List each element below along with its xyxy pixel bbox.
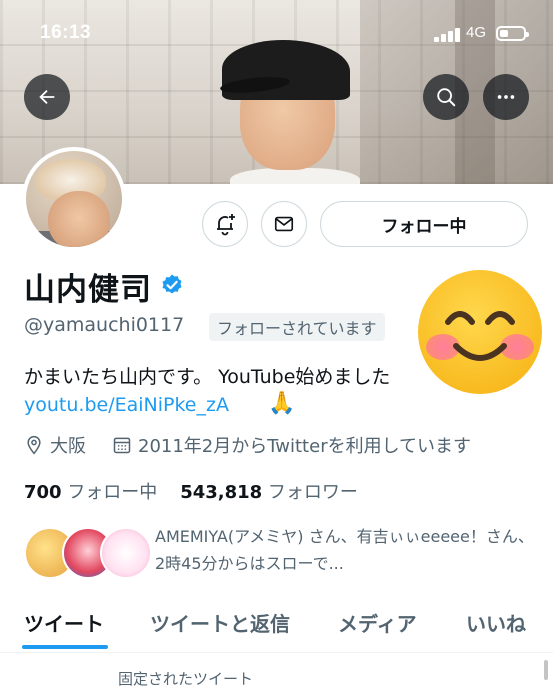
profile-handle: @yamauchi0117 <box>24 314 185 336</box>
active-tab-indicator <box>22 645 108 649</box>
following-link[interactable]: 700 フォロー中 <box>24 482 157 503</box>
more-horizontal-icon <box>497 95 515 99</box>
tab-divider <box>0 652 553 653</box>
verified-badge-icon <box>162 274 182 294</box>
tab-likes[interactable]: いいね <box>466 608 526 637</box>
network-type: 4G <box>466 24 487 41</box>
following-count: 700 <box>24 482 62 503</box>
follow-counts: 700 フォロー中 543,818 フォロワー <box>24 478 358 504</box>
mutual-followers-text[interactable]: AMEMIYA(アメミヤ) さん、有吉ぃぃeeeee！さん、2時45分からはスロ… <box>155 523 535 577</box>
following-button[interactable]: フォロー中 <box>320 201 528 247</box>
status-time: 16:13 <box>40 22 92 43</box>
follows-you-badge: フォローされています <box>209 313 385 341</box>
tab-tweets-replies[interactable]: ツイートと返信 <box>150 608 290 637</box>
scrollbar[interactable] <box>544 660 548 680</box>
mutual-avatar <box>100 527 152 579</box>
location-text: 大阪 <box>50 436 86 457</box>
smiley-sticker-icon <box>418 270 542 394</box>
signal-icon <box>434 27 462 42</box>
more-button[interactable] <box>483 74 529 120</box>
join-date: 2011年2月からTwitterを利用しています <box>112 432 471 458</box>
profile-tabs: ツイート ツイートと返信 メディア いいね <box>0 598 553 650</box>
avatar-face <box>48 191 110 247</box>
calendar-icon <box>113 437 131 454</box>
avatar[interactable] <box>22 147 126 251</box>
arrow-left-icon <box>39 89 55 105</box>
notifications-button[interactable] <box>202 201 248 247</box>
pinned-tweet-label: 固定されたツイート <box>118 670 254 688</box>
tab-tweets[interactable]: ツイート <box>24 608 104 637</box>
back-button[interactable] <box>24 74 70 120</box>
followers-link[interactable]: 543,818 フォロワー <box>180 482 358 503</box>
profile-name: 山内健司 <box>24 272 152 308</box>
following-label: フォロー中 <box>67 482 158 503</box>
join-date-text: 2011年2月からTwitterを利用しています <box>138 436 472 457</box>
location-pin-icon <box>27 435 41 455</box>
followers-label: フォロワー <box>267 482 358 503</box>
bio-text: かまいたち山内です。 YouTube始めました <box>24 366 391 388</box>
bell-plus-icon <box>217 214 235 236</box>
battery-icon <box>496 26 529 41</box>
search-button[interactable] <box>423 74 469 120</box>
location: 大阪 <box>24 432 86 458</box>
mail-icon <box>274 216 294 232</box>
message-button[interactable] <box>261 201 307 247</box>
search-icon <box>437 88 456 107</box>
bio-link[interactable]: youtu.be/EaiNiPke_zA <box>24 394 229 416</box>
status-bar: 16:13 4G <box>0 0 553 60</box>
mutual-followers-avatars[interactable] <box>24 527 152 581</box>
tab-media[interactable]: メディア <box>338 608 417 637</box>
pray-emoji: 🙏 <box>268 391 296 416</box>
followers-count: 543,818 <box>180 482 263 503</box>
